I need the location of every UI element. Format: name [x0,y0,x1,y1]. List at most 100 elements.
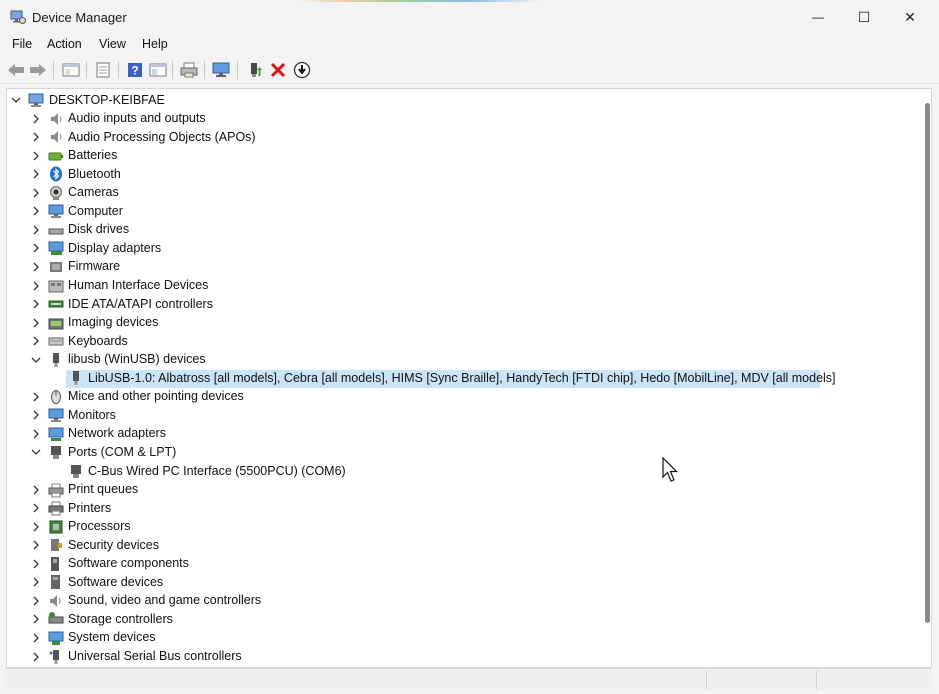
chevron-right-icon[interactable] [31,206,41,216]
battery-icon [48,152,63,161]
chevron-right-icon[interactable] [31,262,41,272]
view-icon [149,63,167,77]
chevron-right-icon[interactable] [31,225,41,235]
chevron-right-icon[interactable] [31,596,41,606]
show-hide-console-tree-button[interactable] [61,60,81,80]
imaging-icon [48,318,64,330]
sound-icon [50,594,61,607]
root-label: DESKTOP-KEIBFAE [49,92,165,107]
speaker-icon [51,131,62,144]
computer-icon [48,204,64,219]
camera-icon [50,185,62,200]
chevron-down-icon[interactable] [31,355,41,365]
speaker-icon [51,112,62,125]
computer-root-icon [28,93,44,107]
chevron-right-icon[interactable] [31,633,41,643]
chevron-right-icon[interactable] [31,503,41,513]
ide-icon [48,300,64,308]
chevron-right-icon[interactable] [31,614,41,624]
chevron-right-icon[interactable] [31,522,41,532]
mouse-cursor-icon [662,457,678,482]
minimize-button[interactable]: — [795,0,841,34]
chevron-right-icon[interactable] [31,151,41,161]
device-tree[interactable]: DESKTOP-KEIBFAE Audio inputs and outputs A… [6,88,932,668]
tree-item-label: Network adapters [68,426,166,441]
back-button[interactable] [6,60,26,80]
menu-view[interactable]: View [99,37,126,51]
status-bar [6,668,931,691]
usb-controller-icon [49,649,59,664]
system-device-icon [48,631,64,645]
tree-item-label: C-Bus Wired PC Interface (5500PCU) (COM6… [88,463,346,478]
chevron-right-icon[interactable] [31,559,41,569]
chevron-right-icon[interactable] [31,114,41,124]
minimize-icon: — [812,10,824,24]
scan-button[interactable] [93,60,113,80]
chevron-right-icon[interactable] [31,410,41,420]
chevron-right-icon[interactable] [31,392,41,402]
close-button[interactable]: ✕ [887,0,933,34]
uninstall-button[interactable] [268,60,288,80]
monitor-button[interactable] [211,60,231,80]
tree-item-label: Imaging devices [68,315,159,330]
chevron-right-icon[interactable] [31,318,41,328]
tree-item-label: Printers [68,500,112,515]
chevron-right-icon[interactable] [31,132,41,142]
hid-icon [48,280,64,292]
forward-icon [30,64,46,76]
menu-action[interactable]: Action [47,37,82,51]
tree-item-label: Display adapters [68,240,162,255]
chevron-right-icon[interactable] [31,299,41,309]
printer-icon [48,501,64,516]
chevron-right-icon[interactable] [31,281,41,291]
tree-item-label: Bluetooth [68,166,121,181]
chevron-right-icon[interactable] [31,652,41,662]
tree-item-label: Audio Processing Objects (APOs) [68,129,256,144]
tree-item-label: libusb (WinUSB) devices [68,352,206,367]
chevron-down-icon[interactable] [11,95,21,105]
tree-item-label: Mice and other pointing devices [68,389,244,404]
toolbar: ? [0,57,939,84]
properties-icon [62,63,80,77]
chevron-down-icon[interactable] [31,447,41,457]
monitor-icon [48,408,64,423]
chevron-right-icon[interactable] [31,169,41,179]
menu-file[interactable]: File [12,37,32,51]
tree-item-label: Monitors [68,407,116,422]
tree-item-label: System devices [68,630,156,645]
chevron-right-icon[interactable] [31,485,41,495]
tree-item-label: Ports (COM & LPT) [68,444,177,459]
chevron-right-icon[interactable] [31,336,41,346]
update-driver-button[interactable] [245,60,265,80]
keyboard-icon [48,337,64,346]
tree-item-label: LibUSB-1.0: Albatross [all models], Cebr… [88,370,836,385]
tree-item-label: Computer [68,203,123,218]
forward-button[interactable] [28,60,48,80]
maximize-icon: ☐ [857,8,871,25]
tree-item-label: Human Interface Devices [68,278,209,292]
menu-help[interactable]: Help [142,37,168,51]
tree-item-label: Firmware [68,259,121,274]
title-bar: Device Manager — ☐ ✕ [0,0,939,34]
tree-item-label: Storage controllers [68,611,173,626]
monitor-icon [212,62,230,77]
update-driver-icon [251,63,262,77]
chevron-right-icon[interactable] [31,429,41,439]
security-icon [51,539,62,552]
view-button[interactable] [148,60,168,80]
close-icon: ✕ [904,8,916,25]
print-button[interactable] [179,60,199,80]
port-icon [51,446,61,460]
print-icon [180,62,198,78]
disable-device-button[interactable] [292,60,312,80]
processor-icon [49,520,63,534]
chevron-right-icon[interactable] [31,188,41,198]
chevron-right-icon[interactable] [31,577,41,587]
chevron-right-icon[interactable] [31,243,41,253]
software-component-icon [51,556,59,571]
svg-text:?: ? [131,64,138,78]
chevron-right-icon[interactable] [31,540,41,550]
vertical-scrollbar[interactable] [925,103,930,623]
help-button[interactable]: ? [125,60,145,80]
maximize-button[interactable]: ☐ [841,0,887,34]
